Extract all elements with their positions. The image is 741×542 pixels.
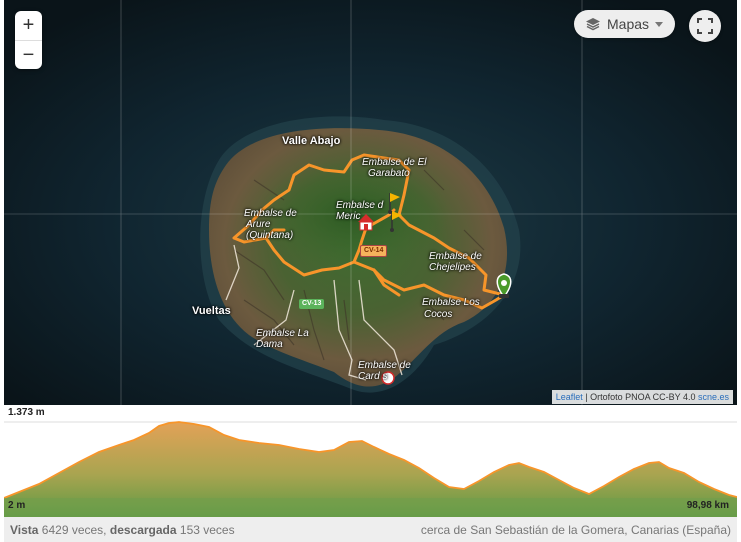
map-view[interactable]: Valle Abajo Vueltas Embalse de El Garaba… — [4, 0, 737, 405]
place-label-valle-abajo: Valle Abajo — [282, 135, 341, 147]
downloads-count: 153 veces — [176, 522, 235, 537]
layers-icon — [586, 18, 600, 31]
location-text: cerca de San Sebastián de la Gomera, Can… — [420, 522, 731, 537]
route-viewer: Valle Abajo Vueltas Embalse de El Garaba… — [0, 0, 741, 542]
place-label-cardones-1: Embalse de — [358, 360, 411, 371]
place-label-merica-2: Meric — [336, 211, 361, 222]
place-label-arure-3: (Quintana) — [246, 230, 294, 241]
map-attribution: Leaflet | Ortofoto PNOA CC-BY 4.0 scne.e… — [551, 390, 733, 404]
max-elevation-label: 1.373 m — [8, 407, 45, 418]
zoom-out-button[interactable]: − — [15, 40, 42, 69]
place-label-merica-1: Embalse d — [336, 200, 384, 211]
place-label-cocos-1: Embalse Los — [422, 297, 480, 308]
place-label-garabato-1: Embalse de El — [362, 157, 427, 168]
zoom-in-button[interactable]: + — [15, 11, 42, 40]
track-stats-bar: Vista 6429 veces, descargada 153 veces c… — [4, 517, 737, 542]
place-label-dama-2: Dama — [256, 339, 283, 350]
scne-link[interactable]: scne.es — [698, 392, 729, 402]
place-label-chejelipes-2: Chejelipes — [429, 262, 476, 273]
place-label-cocos-2: Cocos — [424, 309, 453, 320]
start-marker-icon[interactable] — [496, 273, 512, 299]
road-badge-cv13: CV-13 — [299, 299, 325, 309]
zoom-control: + − — [15, 11, 42, 69]
min-elevation-label: 2 m — [8, 500, 26, 511]
place-label-arure-2: Arure — [246, 219, 271, 230]
distance-label: 98,98 km — [686, 500, 729, 511]
place-label-arure-1: Embalse de — [244, 208, 297, 219]
views-count: 6429 veces, — [38, 522, 110, 537]
fullscreen-button[interactable] — [689, 10, 721, 42]
layer-switcher-button[interactable]: Mapas — [574, 10, 676, 38]
caret-down-icon — [655, 21, 664, 27]
place-label-garabato-2: Garabato — [368, 168, 410, 179]
track-stats: Vista 6429 veces, descargada 153 veces — [10, 523, 235, 537]
layer-switcher-label: Mapas — [607, 16, 650, 32]
fullscreen-icon — [697, 18, 713, 34]
leaflet-link[interactable]: Leaflet — [556, 392, 583, 402]
place-label-chejelipes-1: Embalse de — [429, 251, 482, 262]
place-label-cardones-2: Card s — [358, 371, 388, 382]
place-label-vueltas: Vueltas — [192, 305, 231, 317]
attribution-text: | Ortofoto PNOA CC-BY 4.0 — [582, 392, 698, 402]
elevation-chart — [4, 421, 737, 517]
downloads-label: descargada — [109, 522, 177, 537]
place-label-dama-1: Embalse La — [256, 328, 309, 339]
road-badge-cv14: CV-14 — [360, 245, 388, 257]
elevation-profile[interactable]: 1.373 m 2 m 98,98 km — [4, 405, 737, 517]
views-label: Vista — [10, 522, 39, 537]
